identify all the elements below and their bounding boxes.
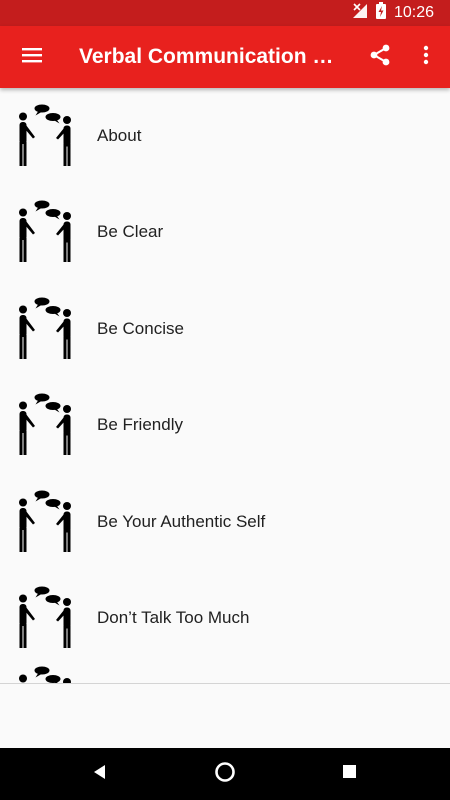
status-bar: 10:26 xyxy=(0,0,450,26)
topic-list[interactable]: About Be Clear Be Concise Be Friendly Be… xyxy=(0,88,450,684)
topic-label: Don’t Talk Too Much xyxy=(97,607,250,627)
back-button[interactable] xyxy=(78,752,122,796)
conversation-people-icon xyxy=(19,297,71,359)
app-title: Verbal Communication S… xyxy=(79,45,343,68)
conversation-people-icon xyxy=(19,490,71,552)
conversation-people-icon xyxy=(19,200,71,263)
more-vert-icon xyxy=(423,45,429,70)
conversation-people-icon xyxy=(19,586,71,648)
conversation-people-icon xyxy=(19,104,71,166)
conversation-people-icon xyxy=(19,393,71,456)
share-button[interactable] xyxy=(358,35,402,79)
navigation-bar xyxy=(0,748,450,800)
topic-label: Be Friendly xyxy=(97,415,183,435)
topic-label: Be Clear xyxy=(97,222,164,242)
hamburger-menu-button[interactable] xyxy=(10,35,54,79)
topic-label: Be Your Authentic Self xyxy=(97,511,266,531)
topic-label: Be Concise xyxy=(97,318,184,338)
topic-item-dont-talk-too-much[interactable]: Don’t Talk Too Much xyxy=(0,570,450,666)
status-icons: 10:26 xyxy=(352,2,434,24)
back-icon xyxy=(92,764,108,785)
recents-icon xyxy=(342,764,357,784)
battery-charging-icon xyxy=(375,2,386,24)
conversation-people-icon xyxy=(19,666,71,684)
topic-item-partial[interactable] xyxy=(0,666,450,684)
app-bar: Verbal Communication S… xyxy=(0,26,450,88)
signal-off-icon xyxy=(352,2,368,24)
recents-button[interactable] xyxy=(327,752,371,796)
status-time: 10:26 xyxy=(393,4,434,21)
topic-item-be-friendly[interactable]: Be Friendly xyxy=(0,377,450,473)
home-icon xyxy=(214,761,236,788)
hamburger-menu-icon xyxy=(22,47,42,68)
topic-label: About xyxy=(97,126,142,145)
home-button[interactable] xyxy=(203,752,247,796)
topic-item-be-clear[interactable]: Be Clear xyxy=(0,184,450,280)
more-options-button[interactable] xyxy=(404,35,448,79)
topic-item-about[interactable]: About xyxy=(0,88,450,184)
bottom-empty-area xyxy=(0,684,450,748)
topic-item-be-concise[interactable]: Be Concise xyxy=(0,281,450,377)
share-icon xyxy=(370,44,390,71)
topic-item-be-your-authentic-self[interactable]: Be Your Authentic Self xyxy=(0,474,450,570)
